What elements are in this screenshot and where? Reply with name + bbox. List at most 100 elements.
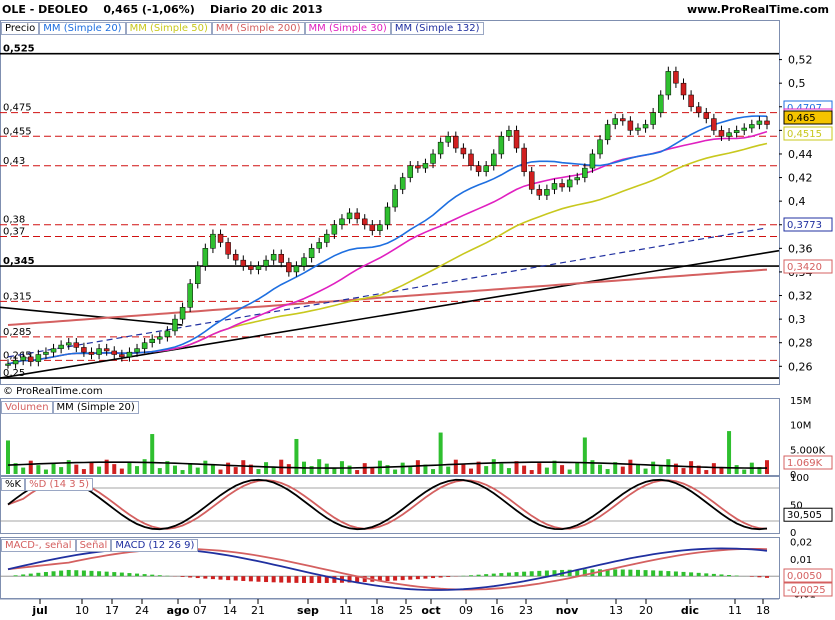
legend-sma132[interactable]: MM (Simple 132) (390, 22, 484, 35)
volume-bar (393, 469, 398, 474)
macd-hist-bar (711, 573, 716, 577)
legend-volume-sma20[interactable]: MM (Simple 20) (52, 401, 139, 414)
candle-body (506, 130, 512, 137)
candle-body (12, 360, 19, 365)
volume-bar (742, 469, 747, 474)
candle-body (202, 248, 209, 267)
level-label: 0,38 (3, 215, 25, 226)
macd-hist-bar (210, 576, 215, 580)
legend-sma20[interactable]: MM (Simple 20) (39, 22, 126, 35)
macd-hist-bar (271, 576, 276, 583)
volume-bar (362, 463, 367, 474)
y-tick-label: 0,28 (788, 337, 813, 350)
x-tick-label: 17 (105, 604, 119, 617)
legend-macd[interactable]: MACD (12 26 9) (111, 539, 199, 552)
legend-sma30[interactable]: MM (Simple 30) (304, 22, 391, 35)
macd-hist-bar (203, 576, 208, 579)
volume-bar (734, 465, 739, 474)
x-tick-label: 11 (728, 604, 742, 617)
macd-hist-bar (673, 571, 678, 577)
site-url[interactable]: www.ProRealTime.com (687, 3, 829, 16)
candle-body (437, 141, 444, 155)
candle-body (286, 262, 292, 273)
legend-volume[interactable]: Volumen (1, 401, 53, 414)
x-tick-label: jul (31, 604, 47, 617)
candle-body (453, 136, 459, 149)
candle-body (35, 354, 42, 362)
macd-hist-bar (233, 576, 238, 581)
volume-bar (446, 466, 451, 474)
legend-macd-hist[interactable]: MACD-, señal (1, 539, 76, 552)
volume-bar (59, 467, 64, 474)
volume-bar (51, 462, 56, 474)
instrument-name: OLE - DEOLEO (2, 3, 88, 16)
macd-hist-bar (628, 569, 633, 577)
macd-hist-bar (514, 572, 519, 577)
macd-hist-bar (28, 573, 33, 577)
candle-body (339, 218, 345, 225)
volume-bar (582, 437, 587, 474)
y-tick-label: 0,32 (788, 290, 813, 303)
macd-hist-bar (43, 572, 48, 577)
macd-hist-bar (696, 572, 701, 577)
candle-body (28, 356, 34, 362)
macd-hist-bar (651, 570, 656, 577)
legend-sma200[interactable]: MM (Simple 200) (211, 22, 305, 35)
volume-bar (560, 465, 565, 474)
candle-body (377, 224, 383, 231)
macd-hist-bar (719, 574, 724, 577)
candle-body (361, 218, 368, 225)
period-date: Diario 20 dic 2013 (210, 3, 323, 16)
legend-macd-signal[interactable]: Señal (75, 539, 112, 552)
legend-stoch-k[interactable]: %K (1, 478, 26, 491)
candle-body (293, 265, 300, 273)
candle-body (741, 127, 747, 131)
legend-stoch-d[interactable]: %D (14 3 5) (25, 478, 94, 491)
candle-body (695, 106, 702, 113)
candle-body (574, 177, 580, 181)
macd-hist-bar (180, 576, 185, 577)
candle-body (422, 163, 429, 169)
candle-body (415, 165, 421, 169)
volume-bar (438, 432, 443, 474)
candle-body (597, 139, 603, 155)
macd-hist-bar (157, 575, 162, 577)
macd-hist-bar (264, 576, 269, 583)
volume-legend: Volumen MM (Simple 20) (1, 401, 139, 414)
candle-body (58, 344, 64, 349)
candle-body (673, 71, 679, 84)
legend-sma50[interactable]: MM (Simple 50) (125, 22, 212, 35)
macd-hist-bar (279, 576, 284, 583)
volume-bar (36, 465, 41, 474)
macd-hist-bar (127, 573, 132, 577)
x-tick-label: 11 (339, 604, 353, 617)
macd-hist-bar (119, 572, 124, 577)
macd-hist-bar (385, 576, 390, 581)
volume-bar (188, 463, 193, 474)
candle-body (445, 136, 451, 143)
legend-price[interactable]: Precio (1, 22, 40, 35)
macd-hist-bar (112, 572, 117, 577)
chart-header: OLE - DEOLEO 0,465 (-1,06%) Diario 20 di… (2, 3, 323, 16)
candle-body (50, 348, 57, 353)
candle-body (718, 130, 725, 137)
candle-body (126, 351, 133, 358)
macd-hist-bar (734, 575, 739, 577)
candle-body (255, 265, 262, 270)
panel-frame (0, 20, 780, 385)
x-tick-label: 14 (223, 604, 237, 617)
macd-hist-bar (765, 576, 769, 578)
volume-bar (491, 459, 496, 474)
volume-axis-label: 10M (790, 421, 811, 432)
volume-bar (370, 467, 375, 474)
volume-bar (241, 460, 246, 474)
macd-hist-bar (666, 571, 671, 577)
volume-bar (89, 462, 94, 474)
candle-body (240, 259, 247, 267)
macd-hist-bar (135, 573, 140, 577)
x-tick-label: 25 (399, 604, 413, 617)
level-label: 0,345 (3, 256, 35, 267)
candle-body (635, 127, 641, 131)
volume-bar (127, 461, 132, 474)
volume-bar (286, 464, 291, 474)
